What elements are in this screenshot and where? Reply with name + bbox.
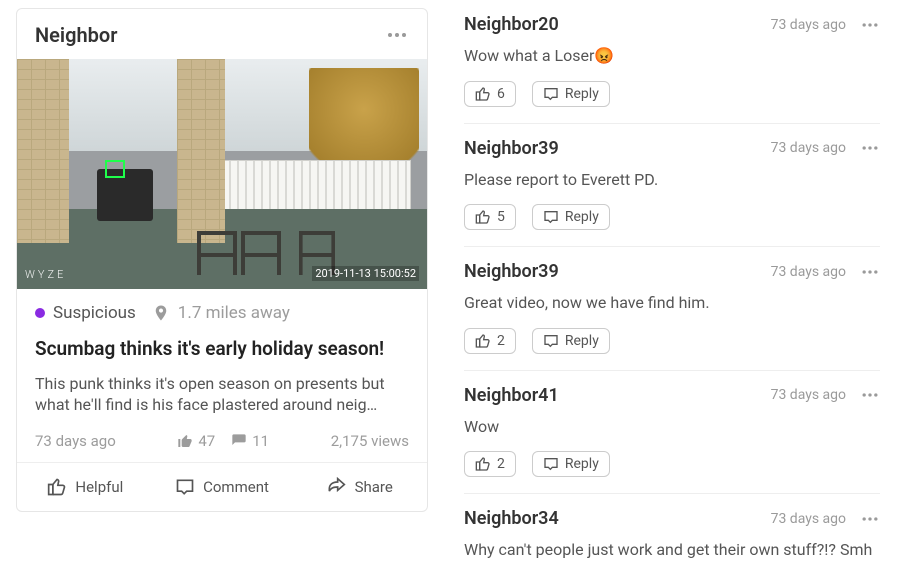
comment-outline-icon: [543, 209, 559, 225]
share-icon: [325, 477, 347, 497]
post-video-thumbnail[interactable]: WYZE 2019-11-13 15:00:52: [17, 59, 427, 289]
comment-reply-button[interactable]: Reply: [532, 81, 610, 107]
comment-like-button[interactable]: 2: [464, 451, 516, 477]
more-icon: [860, 138, 880, 158]
post-views: 2,175 views: [331, 432, 409, 450]
post-card: Neighbor WYZE 2019-11-13 15:00:52: [16, 8, 428, 512]
camera-brand-watermark: WYZE: [25, 268, 66, 281]
comment-age: 73 days ago: [771, 264, 846, 280]
comment-icon: [231, 433, 247, 449]
location-pin-icon: [152, 304, 170, 322]
camera-timestamp-watermark: 2019-11-13 15:00:52: [312, 266, 419, 281]
more-icon: [385, 23, 409, 47]
comment-body: Wow what a Loser😡: [464, 45, 880, 67]
comment-reply-button[interactable]: Reply: [532, 451, 610, 477]
post-likes[interactable]: 47: [177, 432, 215, 450]
comment-outline-icon: [543, 333, 559, 349]
comment-like-count: 5: [497, 209, 505, 225]
helpful-button[interactable]: Helpful: [17, 463, 154, 511]
comment-item: Neighbor41 73 days ago Wow 2 Reply: [464, 371, 880, 495]
post-body: Suspicious 1.7 miles away Scumbag thinks…: [17, 289, 427, 462]
thumbs-up-outline-icon: [475, 333, 491, 349]
category-label[interactable]: Suspicious: [53, 303, 136, 323]
comment-author[interactable]: Neighbor34: [464, 508, 559, 529]
comment-author[interactable]: Neighbor41: [464, 385, 559, 406]
comment-outline-icon: [543, 86, 559, 102]
thumbs-up-outline-icon: [475, 209, 491, 225]
comment-reply-button[interactable]: Reply: [532, 204, 610, 230]
comment-body: Please report to Everett PD.: [464, 169, 880, 191]
thumbs-up-icon: [177, 433, 193, 449]
more-icon: [860, 15, 880, 35]
comment-item: Neighbor39 73 days ago Please report to …: [464, 124, 880, 248]
comment-overflow-menu[interactable]: [860, 385, 880, 405]
comment-outline-icon: [543, 456, 559, 472]
comment-item: Neighbor20 73 days ago Wow what a Loser😡…: [464, 0, 880, 124]
comment-reply-button[interactable]: Reply: [532, 328, 610, 354]
comment-like-button[interactable]: 5: [464, 204, 516, 230]
more-icon: [860, 262, 880, 282]
post-author: Neighbor: [35, 23, 117, 47]
more-icon: [860, 509, 880, 529]
post-age: 73 days ago: [35, 432, 116, 450]
comment-item: Neighbor34 73 days ago Why can't people …: [464, 494, 880, 577]
thumbs-up-outline-icon: [47, 477, 67, 497]
post-description: This punk thinks it's open season on pre…: [35, 373, 409, 416]
category-dot-icon: [35, 308, 45, 318]
comment-age: 73 days ago: [771, 140, 846, 156]
comment-author[interactable]: Neighbor20: [464, 14, 559, 35]
comment-body: Wow: [464, 416, 880, 438]
comment-overflow-menu[interactable]: [860, 262, 880, 282]
more-icon: [860, 385, 880, 405]
comments-column: Neighbor20 73 days ago Wow what a Loser😡…: [440, 0, 900, 541]
comment-like-count: 6: [497, 86, 505, 102]
comment-body: Why can't people just work and get their…: [464, 539, 880, 561]
post-title: Scumbag thinks it's early holiday season…: [35, 337, 409, 361]
comment-author[interactable]: Neighbor39: [464, 261, 559, 282]
comment-author[interactable]: Neighbor39: [464, 138, 559, 159]
post-header: Neighbor: [17, 9, 427, 59]
motion-detection-box: [105, 160, 125, 178]
comment-button[interactable]: Comment: [154, 463, 291, 511]
comment-age: 73 days ago: [771, 511, 846, 527]
comment-overflow-menu[interactable]: [860, 509, 880, 529]
comment-outline-icon: [175, 477, 195, 497]
comment-item: Neighbor39 73 days ago Great video, now …: [464, 247, 880, 371]
thumbs-up-outline-icon: [475, 456, 491, 472]
comment-like-button[interactable]: 6: [464, 81, 516, 107]
comment-overflow-menu[interactable]: [860, 138, 880, 158]
post-stats-row: 73 days ago 47 11 2,175 views: [35, 432, 409, 450]
comment-like-button[interactable]: 2: [464, 328, 516, 354]
comment-body: Great video, now we have find him.: [464, 292, 880, 314]
post-action-bar: Helpful Comment Share: [17, 462, 427, 511]
post-distance: 1.7 miles away: [178, 303, 290, 323]
thumbs-up-outline-icon: [475, 86, 491, 102]
comment-like-count: 2: [497, 333, 505, 349]
comment-like-count: 2: [497, 456, 505, 472]
post-meta-tags: Suspicious 1.7 miles away: [35, 303, 409, 323]
share-button[interactable]: Share: [290, 463, 427, 511]
comment-age: 73 days ago: [771, 17, 846, 33]
post-comment-count[interactable]: 11: [231, 432, 269, 450]
comment-age: 73 days ago: [771, 387, 846, 403]
comment-overflow-menu[interactable]: [860, 15, 880, 35]
post-overflow-menu[interactable]: [385, 23, 409, 47]
